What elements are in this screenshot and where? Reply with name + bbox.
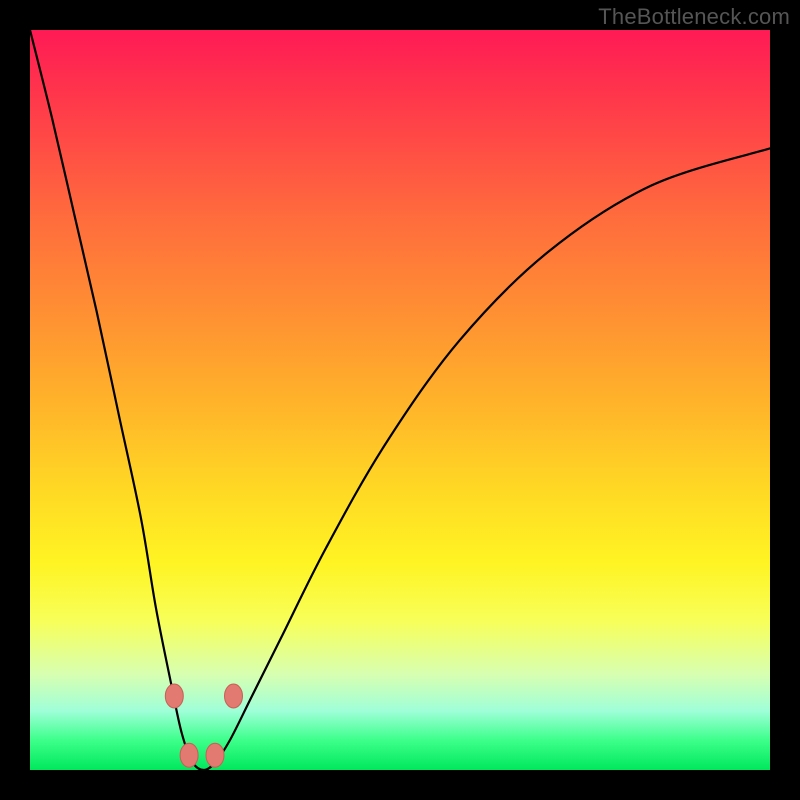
- curve-marker: [206, 743, 224, 767]
- curve-marker: [180, 743, 198, 767]
- attribution-label: TheBottleneck.com: [598, 4, 790, 30]
- curve-marker: [225, 684, 243, 708]
- chart-frame: TheBottleneck.com: [0, 0, 800, 800]
- curve-marker: [165, 684, 183, 708]
- plot-area: [30, 30, 770, 770]
- bottleneck-curve: [30, 30, 770, 770]
